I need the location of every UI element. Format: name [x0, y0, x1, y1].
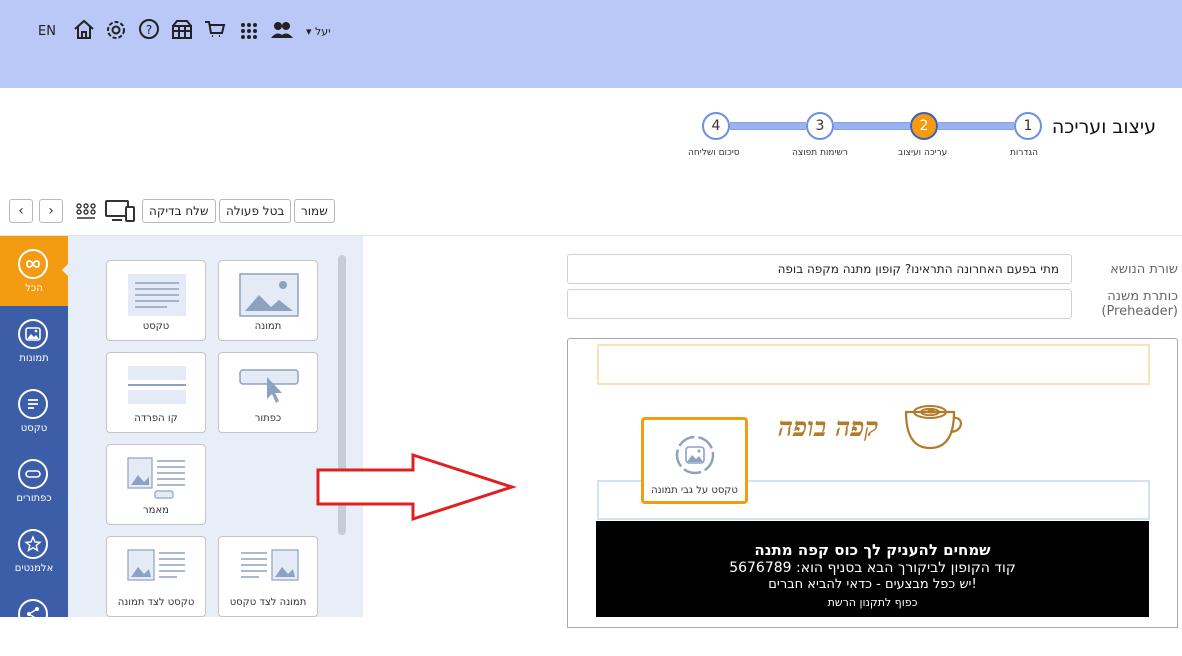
apps-grid-icon[interactable]	[237, 18, 261, 42]
button-block-icon	[239, 369, 299, 403]
infinity-icon	[18, 249, 48, 279]
annotation-arrow-icon	[310, 450, 520, 529]
tile-label: מאמר	[143, 505, 169, 516]
svg-text:?: ?	[146, 23, 152, 37]
store-icon[interactable]	[170, 18, 194, 42]
image-placeholder-icon	[674, 434, 716, 476]
step-4[interactable]: 4	[702, 112, 730, 140]
wizard-stepper: 4 3 2 1 סיכום ושליחה רשימות תפוצה עריכה …	[680, 110, 1060, 170]
tile-label: כפתור	[254, 413, 282, 424]
image-beside-text-tile[interactable]: תמונה לצד טקסט	[218, 536, 318, 617]
image-block-icon	[239, 273, 299, 317]
sidebar-item-text[interactable]: טקסט	[0, 376, 68, 446]
dragging-text-over-image-tile[interactable]: טקסט על גבי תמונה	[641, 417, 748, 504]
home-icon[interactable]	[72, 18, 96, 42]
tile-label: קו הפרדה	[134, 413, 178, 424]
share-icon	[18, 599, 48, 629]
step-2[interactable]: 2	[910, 112, 938, 140]
step-1-label: הגדרות	[1010, 148, 1038, 158]
subject-input[interactable]: מתי בפעם האחרונה התראינו? קופון מתנה מקפ…	[567, 254, 1072, 284]
page-title: עיצוב ועריכה	[1051, 116, 1156, 138]
top-bar: EN ? ▾ יעל	[0, 0, 1182, 88]
button-icon	[18, 459, 48, 489]
next-arrow-button[interactable]: ›	[39, 199, 63, 223]
step-3[interactable]: 3	[806, 112, 834, 140]
tile-label: טקסט לצד תמונה	[117, 597, 195, 608]
block-palette: תמונה טקסט כפתור קו הפרדה מאמר תמונה לצד…	[68, 236, 363, 617]
step-connector	[834, 122, 910, 130]
sidebar-item-label: טקסט	[20, 423, 48, 434]
step-3-label: רשימות תפוצה	[792, 148, 849, 158]
step-2-label: עריכה ועיצוב	[898, 148, 948, 158]
undo-button[interactable]: בטל פעולה	[219, 199, 292, 223]
sidebar-item-label: אלמנטים	[14, 563, 54, 574]
step-4-label: סיכום ושליחה	[688, 148, 740, 158]
preheader-input[interactable]	[567, 289, 1072, 319]
gear-icon[interactable]	[104, 18, 128, 42]
article-block-tile[interactable]: מאמר	[106, 444, 206, 525]
active-indicator	[62, 262, 70, 278]
text-block-tile[interactable]: טקסט	[106, 260, 206, 341]
save-button[interactable]: שמור	[294, 199, 335, 223]
brand-logo-text: קפה בופה	[778, 413, 879, 443]
sidebar-item-label: תמונות	[19, 353, 49, 364]
coffee-cup-icon	[902, 402, 966, 452]
users-icon[interactable]	[270, 18, 294, 42]
sidebar-item-buttons[interactable]: כפתורים	[0, 446, 68, 516]
caret-down-icon: ▾	[306, 25, 316, 38]
chevron-right-icon: ›	[48, 203, 54, 219]
sidebar-item-all[interactable]: הכל	[0, 236, 68, 306]
sidebar-item-share[interactable]	[0, 586, 68, 656]
help-icon[interactable]: ?	[137, 18, 161, 42]
sidebar-item-elements[interactable]: אלמנטים	[0, 516, 68, 586]
coupon-text-block[interactable]: שמחים להעניק לך כוס קפה מתנה קוד הקופון …	[596, 521, 1149, 617]
button-block-tile[interactable]: כפתור	[218, 352, 318, 433]
step-connector	[938, 122, 1014, 130]
text-block-icon	[128, 274, 186, 316]
subject-label: שורת הנושא	[1110, 262, 1178, 277]
step-1[interactable]: 1	[1014, 112, 1042, 140]
language-switch[interactable]: EN	[38, 24, 56, 39]
text-icon	[18, 389, 48, 419]
article-block-icon	[127, 457, 185, 499]
send-test-button[interactable]: שלח בדיקה	[142, 199, 216, 223]
drop-zone-top[interactable]	[597, 344, 1150, 385]
drag-tile-label: טקסט על גבי תמונה	[651, 485, 738, 496]
star-icon	[18, 529, 48, 559]
image-block-tile[interactable]: תמונה	[218, 260, 318, 341]
divider-block-tile[interactable]: קו הפרדה	[106, 352, 206, 433]
coupon-promo-line: יש כפל מבצעים - כדאי להביא חברים!	[768, 577, 977, 592]
preheader-label: כותרת משנה	[1107, 289, 1178, 304]
preheader-label-en: (Preheader)	[1101, 304, 1178, 319]
coupon-code-line: קוד הקופון לביקורך הבא בסניף הוא: 567678…	[729, 560, 1016, 576]
image-icon	[18, 319, 48, 349]
prev-arrow-button[interactable]: ‹	[9, 199, 33, 223]
tile-label: תמונה	[254, 321, 282, 332]
text-image-block-icon	[127, 549, 185, 581]
image-text-block-icon	[241, 549, 299, 581]
tile-label: תמונה לצד טקסט	[229, 597, 307, 608]
text-beside-image-tile[interactable]: טקסט לצד תמונה	[106, 536, 206, 617]
responsive-preview-icon[interactable]	[104, 198, 136, 224]
sidebar-item-images[interactable]: תמונות	[0, 306, 68, 376]
cart-icon[interactable]	[203, 18, 227, 42]
step-connector	[730, 122, 806, 130]
user-menu[interactable]: ▾ יעל	[306, 25, 331, 38]
grid-view-icon[interactable]	[74, 199, 98, 223]
sidebar-item-label: כפתורים	[16, 493, 52, 504]
coupon-terms-line: כפוף לתקנון הרשת	[827, 596, 918, 609]
divider-block-icon	[128, 366, 186, 404]
coupon-headline: שמחים להעניק לך כוס קפה מתנה	[754, 541, 991, 559]
block-category-sidebar: הכל תמונות טקסט כפתורים אלמנטים	[0, 236, 68, 629]
user-name: יעל	[315, 25, 331, 38]
tile-label: טקסט	[142, 321, 170, 332]
sidebar-item-label: הכל	[25, 283, 43, 294]
chevron-left-icon: ‹	[18, 203, 24, 219]
